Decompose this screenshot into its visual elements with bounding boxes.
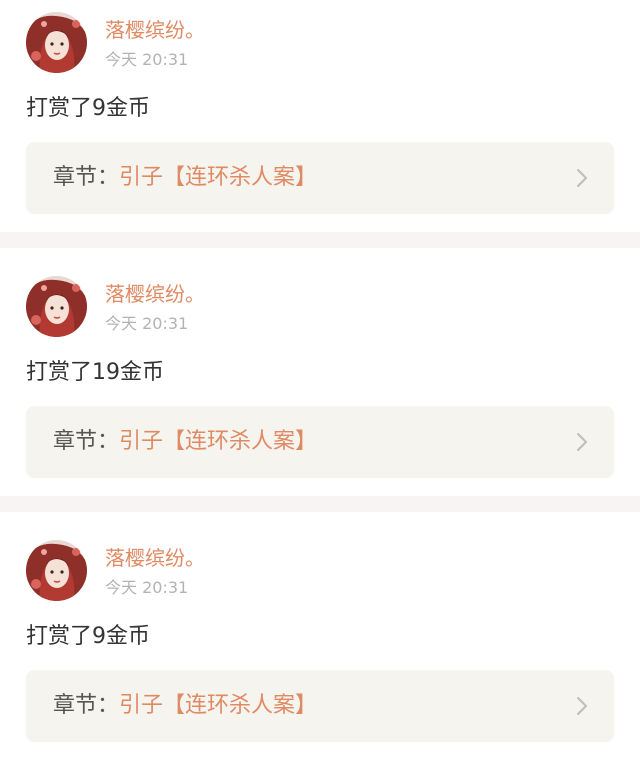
chevron-right-icon [577,433,587,451]
chapter-title: 引子【连环杀人案】 [119,429,318,454]
chapter-link[interactable]: 章节：引子【连环杀人案】 [26,406,614,478]
chapter-prefix: 章节： [53,693,120,718]
chapter-prefix: 章节： [53,429,120,454]
username[interactable]: 落樱缤纷。 [105,281,205,307]
post-time: 今天 20:31 [105,50,189,69]
chapter-text: 章节：引子【连环杀人案】 [53,162,317,194]
chapter-title: 引子【连环杀人案】 [119,693,318,718]
avatar-illustration-icon [26,540,87,601]
avatar-illustration-icon [26,276,87,337]
user-avatar[interactable] [26,12,87,73]
chapter-prefix: 章节： [53,165,120,190]
chapter-text: 章节：引子【连环杀人案】 [53,690,317,722]
chapter-title: 引子【连环杀人案】 [119,165,318,190]
username[interactable]: 落樱缤纷。 [105,17,205,43]
chapter-link[interactable]: 章节：引子【连环杀人案】 [26,670,614,742]
section-divider [0,232,640,248]
chapter-link[interactable]: 章节：引子【连环杀人案】 [26,142,614,214]
reward-post: 落樱缤纷。 今天 20:31 打赏了9金币 章节：引子【连环杀人案】 [0,528,640,760]
user-avatar[interactable] [26,540,87,601]
user-avatar[interactable] [26,276,87,337]
username[interactable]: 落樱缤纷。 [105,545,205,571]
reward-post: 落樱缤纷。 今天 20:31 打赏了19金币 章节：引子【连环杀人案】 [0,264,640,496]
reward-message: 打赏了9金币 [26,624,150,649]
reward-message: 打赏了9金币 [26,96,150,121]
post-time: 今天 20:31 [105,314,189,333]
chevron-right-icon [577,169,587,187]
reward-message: 打赏了19金币 [26,360,164,385]
reward-post: 落樱缤纷。 今天 20:31 打赏了9金币 章节：引子【连环杀人案】 [0,0,640,232]
post-time: 今天 20:31 [105,578,189,597]
section-divider [0,496,640,512]
avatar-illustration-icon [26,12,87,73]
chevron-right-icon [577,697,587,715]
chapter-text: 章节：引子【连环杀人案】 [53,426,317,458]
